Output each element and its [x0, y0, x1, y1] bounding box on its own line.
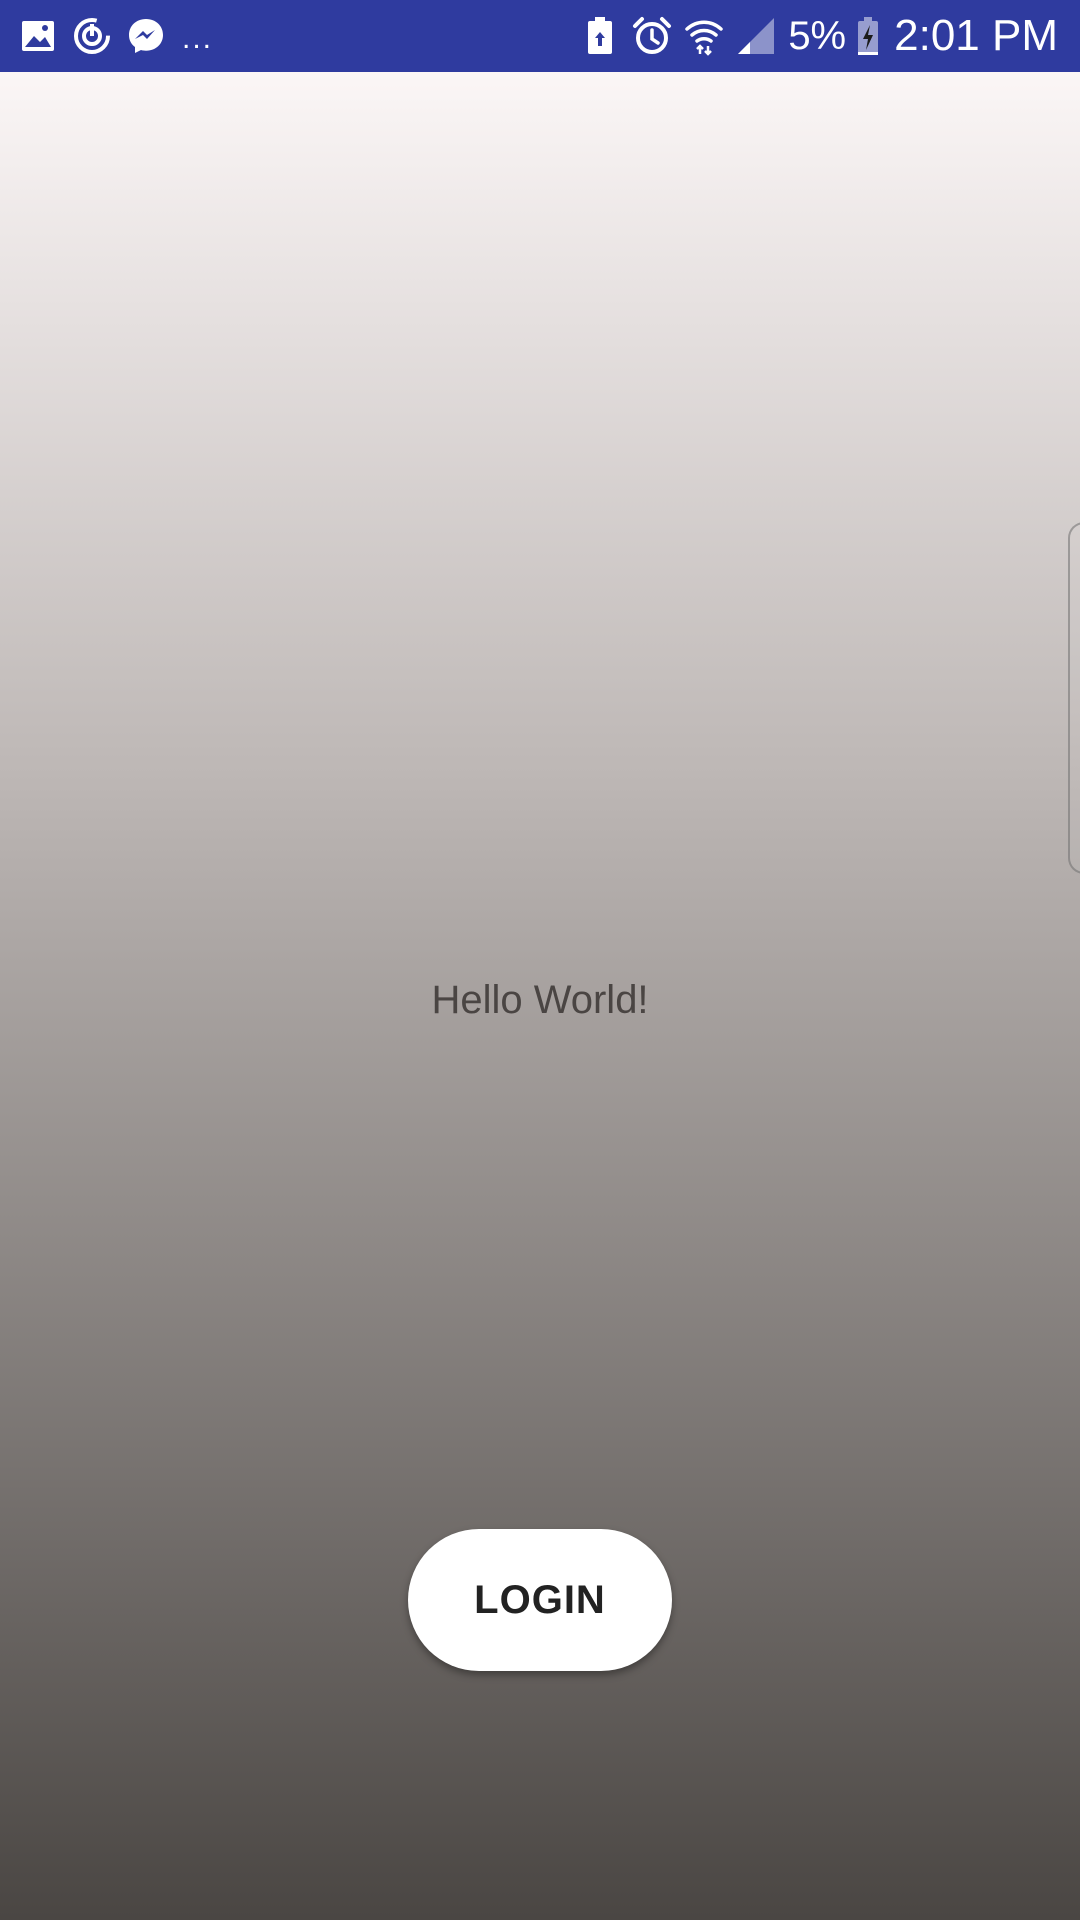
status-bar-notifications: ...: [18, 16, 213, 56]
image-icon: [18, 16, 58, 56]
alarm-icon: [632, 16, 672, 56]
app-screen: ... 5% 2:01 PM Hello World! LOGIN: [0, 0, 1080, 1920]
battery-saver-icon: [580, 16, 620, 56]
login-button[interactable]: LOGIN: [408, 1529, 672, 1671]
messenger-icon: [126, 16, 166, 56]
status-bar-system: 5% 2:01 PM: [580, 11, 1058, 61]
edge-panel-handle[interactable]: [1068, 522, 1080, 874]
status-time: 2:01 PM: [894, 11, 1058, 60]
more-notifications-indicator: ...: [182, 22, 214, 55]
wifi-icon: [684, 16, 724, 56]
main-content: Hello World! LOGIN: [0, 72, 1080, 1920]
greeting-text: Hello World!: [431, 978, 649, 1022]
battery-percentage: 5%: [788, 13, 847, 58]
sync-icon: [72, 16, 112, 56]
signal-icon: [736, 16, 776, 56]
status-bar: ... 5% 2:01 PM: [0, 0, 1080, 72]
battery-charging-icon: [856, 16, 880, 56]
